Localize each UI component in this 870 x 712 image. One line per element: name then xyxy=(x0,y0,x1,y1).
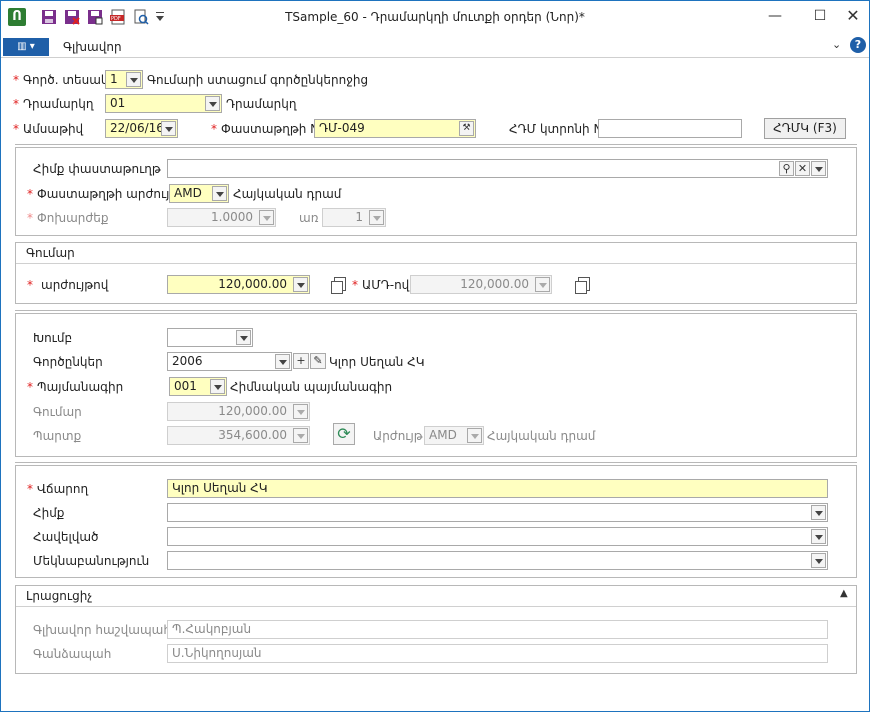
cashbox-label: * Դրամարկղ xyxy=(13,97,94,111)
cashier-label: Գանձապահ xyxy=(33,647,112,661)
generate-number-icon[interactable]: ⚒ xyxy=(459,121,474,136)
maximize-button[interactable]: ☐ xyxy=(804,5,836,29)
partner-label: Գործընկեր xyxy=(33,355,103,369)
copy-amd-icon[interactable] xyxy=(575,277,590,294)
contract-label: * Պայմանագիր xyxy=(27,380,124,394)
collapse-up-icon[interactable]: ▲ xyxy=(840,588,848,599)
debt-currency-desc: Հայկական դրամ xyxy=(487,429,596,443)
date-label: * Ամսաթիվ xyxy=(13,122,84,136)
amount-section-header: Գումար xyxy=(15,242,857,264)
refresh-icon[interactable]: ⟳ xyxy=(333,423,355,445)
window-title: TSample_60 - Դրամարկղի մուտքի օրդեր (Նոր… xyxy=(285,10,585,24)
op-type-label: * Գործ. տեսակ xyxy=(13,73,109,87)
amount-currency-label: * արժույթով xyxy=(27,278,109,292)
op-type-input[interactable]: 1 xyxy=(105,70,143,89)
amount-amd-input: 120,000.00 xyxy=(410,275,552,294)
partner-input[interactable]: 2006 xyxy=(167,352,292,371)
amount-amd-label: * ԱՄԴ-ով xyxy=(352,278,410,292)
payer-input[interactable]: Կլոր Սեղան ՀԿ xyxy=(167,479,828,498)
rate-per-input: 1 xyxy=(322,208,386,227)
clear-icon[interactable]: ✕ xyxy=(795,161,810,176)
attached-input[interactable] xyxy=(167,527,828,546)
chief-accountant-label: Գլխավոր հաշվապահ xyxy=(33,623,171,637)
currency-input[interactable]: AMD xyxy=(169,184,229,203)
payer-label: * Վճարող xyxy=(27,482,89,496)
debt-input: 354,600.00 xyxy=(167,426,310,445)
search-icon[interactable]: ⚲ xyxy=(779,161,794,176)
copy-icon[interactable] xyxy=(331,277,346,294)
partner-desc: Կլոր Սեղան ՀԿ xyxy=(329,355,425,369)
rate-per-label: առ xyxy=(299,211,319,225)
doc-number-input[interactable]: ԴՄ-049 ⚒ xyxy=(314,119,476,138)
cashbox-input[interactable]: 01 xyxy=(105,94,222,113)
date-input[interactable]: 22/06/16 xyxy=(105,119,178,138)
hdm-check-label: ՀԴՄ կտրոնի N xyxy=(509,122,603,136)
rate-label: * Փոխարժեք xyxy=(27,211,109,225)
contract-input[interactable]: 001 xyxy=(169,377,227,396)
amount-currency-input[interactable]: 120,000.00 xyxy=(167,275,310,294)
help-icon[interactable]: ? xyxy=(850,37,866,53)
chevron-down-icon[interactable]: ⌄ xyxy=(832,38,841,51)
menu-bar: ▥ ▾ Գլխավոր ⌄ ? xyxy=(1,34,869,58)
group-label: Խումբ xyxy=(33,331,73,345)
chief-accountant-input[interactable]: Պ.Հակոբյան xyxy=(167,620,828,639)
cashier-input[interactable]: Ս.Նիկողոսյան xyxy=(167,644,828,663)
doc-number-label: * Փաստաթղթի N xyxy=(211,122,320,136)
debt-currency-label: Արժույթ xyxy=(373,429,423,443)
currency-desc: Հայկական դրամ xyxy=(233,187,342,201)
op-type-desc: Գումարի ստացում գործընկերոջից xyxy=(147,73,369,87)
add-partner-icon[interactable]: + xyxy=(293,353,309,369)
extra-section-header[interactable]: Լրացուցիչ ▲ xyxy=(15,585,857,607)
edit-partner-icon[interactable]: ✎ xyxy=(310,353,326,369)
minimize-button[interactable]: — xyxy=(759,5,791,29)
comment-input[interactable] xyxy=(167,551,828,570)
view-menu-button[interactable]: ▥ ▾ xyxy=(3,38,49,56)
comment-label: Մեկնաբանություն xyxy=(33,554,150,568)
close-button[interactable]: ✕ xyxy=(837,5,869,29)
sum-label: Գումար xyxy=(33,405,82,419)
tab-main[interactable]: Գլխավոր xyxy=(63,40,122,54)
basis-label: Հիմք xyxy=(33,506,65,520)
debt-currency-input: AMD xyxy=(424,426,484,445)
attached-label: Հավելված xyxy=(33,530,99,544)
debt-label: Պարտք xyxy=(33,429,82,443)
extra-group xyxy=(15,606,857,674)
cashbox-desc: Դրամարկղ xyxy=(226,97,297,111)
sum-input: 120,000.00 xyxy=(167,402,310,421)
basis-doc-label: Հիմք փաստաթուղթ xyxy=(33,162,161,176)
title-bar: Ո PDF TSample_60 - Դրամարկղի մուտքի օրդե… xyxy=(1,1,869,33)
hdm-check-input[interactable] xyxy=(598,119,742,138)
basis-input[interactable] xyxy=(167,503,828,522)
rate-input: 1.0000 xyxy=(167,208,276,227)
currency-label: * Փաստաթղթի արժույթ xyxy=(27,187,179,201)
contract-desc: Հիմնական պայմանագիր xyxy=(230,380,393,394)
basis-doc-input[interactable]: ⚲ ✕ xyxy=(167,159,828,178)
app-window: Ո PDF TSample_60 - Դրամարկղի մուտքի օրդե… xyxy=(0,0,870,712)
hdm-button[interactable]: ՀԴՄԿ (F3) xyxy=(764,118,846,139)
group-input[interactable] xyxy=(167,328,253,347)
